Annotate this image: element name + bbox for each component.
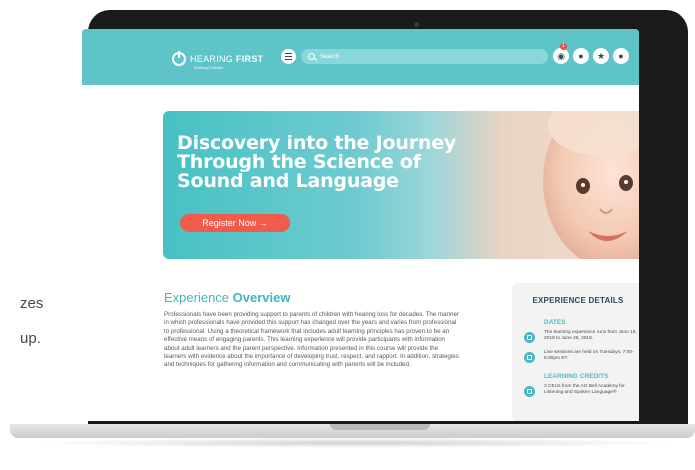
power-logo-icon <box>172 51 186 66</box>
star-icon[interactable]: ★ <box>593 48 609 64</box>
background-caption-1: zes <box>20 295 44 312</box>
webcam <box>414 22 419 27</box>
dates-heading: DATES <box>544 319 566 326</box>
hamburger-icon-line <box>285 52 292 54</box>
user-icon[interactable]: ● <box>613 48 629 64</box>
chat-icon[interactable]: ● <box>573 48 589 64</box>
hero-banner: Discovery into the Journey Through the S… <box>163 111 639 259</box>
browser-screen: HEARING FIRST Realizing Potential Search… <box>82 29 639 421</box>
search-placeholder: Search <box>320 53 340 60</box>
certificate-icon <box>524 386 535 397</box>
background-caption-2: up. <box>20 330 41 347</box>
laptop-base <box>0 424 695 460</box>
overview-body: Professionals have been providing suppor… <box>164 311 459 369</box>
site-header: HEARING FIRST Realizing Potential Search… <box>82 29 639 85</box>
search-input[interactable]: Search <box>301 49 548 64</box>
menu-button[interactable] <box>281 49 296 64</box>
credits-heading: LEARNING CREDITS <box>544 373 609 380</box>
register-now-button[interactable]: Register Now → <box>180 214 290 232</box>
notification-badge: 1 <box>560 43 567 50</box>
experience-details-card: EXPERIENCE DETAILS DATES The learning ex… <box>512 283 639 421</box>
details-title: EXPERIENCE DETAILS <box>532 296 624 305</box>
hamburger-icon-line <box>285 59 292 61</box>
dates-item: The learning experience runs from June 1… <box>544 330 637 341</box>
search-icon <box>308 53 315 60</box>
logo-text-regular: HEARING <box>190 53 234 64</box>
hero-title: Discovery into the Journey Through the S… <box>177 132 457 192</box>
monitor-icon <box>524 352 535 363</box>
hamburger-icon-line <box>285 55 292 58</box>
calendar-icon <box>524 332 535 343</box>
logo-text-bold: FIRST <box>235 53 264 64</box>
live-sessions-item: Live sessions are held on Tuesdays, 7:00… <box>544 350 634 361</box>
credits-item: 3 CEUs from the AG Bell Academy for List… <box>544 384 625 395</box>
logo-subtitle: Realizing Potential <box>194 66 223 70</box>
base-notch <box>330 424 430 430</box>
baby-photo <box>543 111 639 259</box>
overview-heading: Experience Overview <box>164 290 291 305</box>
globe-icon[interactable]: ◉ <box>553 48 569 64</box>
